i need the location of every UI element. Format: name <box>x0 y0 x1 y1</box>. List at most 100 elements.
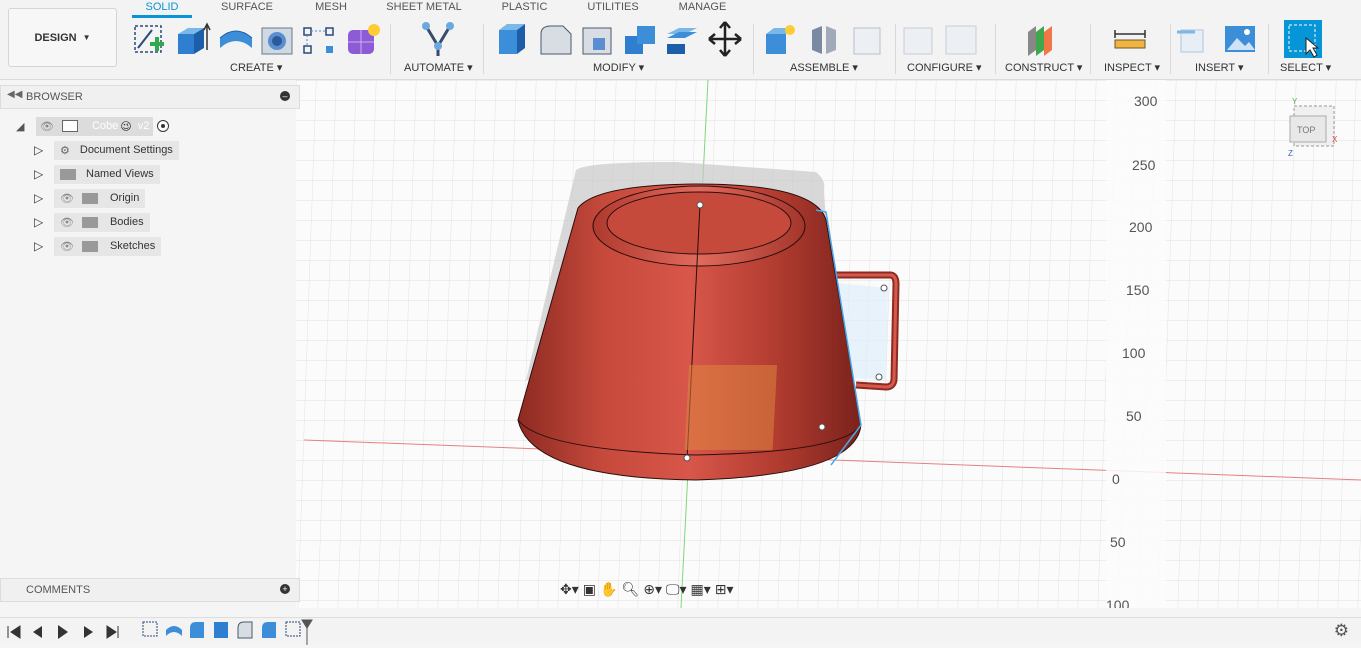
insert-menu[interactable]: INSERT ▾ <box>1195 61 1244 74</box>
tab-plastic[interactable]: PLASTIC <box>488 0 561 18</box>
tab-solid[interactable]: SOLID <box>132 0 192 18</box>
eye-icon[interactable]: 👁 <box>60 192 74 205</box>
browser-minimize-button[interactable]: – <box>280 91 290 101</box>
timeline-fillet2-icon <box>237 621 253 639</box>
expand-arrow-icon[interactable]: ▷ <box>34 239 54 253</box>
viewcube-x-axis: X <box>1332 135 1338 144</box>
canvas-viewport[interactable]: 300 250 200 150 100 50 0 50 100 TOP Y X … <box>296 80 1361 608</box>
modify-group: MODIFY ▾ <box>493 20 747 76</box>
expand-arrow-icon[interactable]: ▷ <box>34 215 54 229</box>
extrude-icon <box>178 22 211 54</box>
zoom-window-icon[interactable]: ⊕▾ <box>643 581 662 598</box>
timeline-revolve-icon <box>166 626 182 636</box>
expand-arrow-icon[interactable]: ▷ <box>34 191 54 205</box>
timeline-fillet-icon <box>190 622 204 638</box>
browser-title: BROWSER <box>26 91 83 103</box>
comments-panel-header[interactable]: COMMENTS + <box>0 578 300 602</box>
timeline-first-button[interactable] <box>7 625 21 639</box>
tab-manage[interactable]: MANAGE <box>665 0 740 18</box>
insert-icons <box>1177 26 1255 53</box>
eye-icon[interactable]: 👁 <box>60 240 74 253</box>
expand-arrow-icon[interactable]: ▷ <box>34 167 54 181</box>
zoom-icon[interactable]: 🔍︎ <box>621 581 639 598</box>
viewcube-y-axis: Y <box>1292 98 1298 106</box>
select-menu[interactable]: SELECT ▾ <box>1280 61 1331 74</box>
browser-item-sketches[interactable]: ▷ 👁 Sketches <box>34 236 162 256</box>
ruler-label: 100 <box>1122 345 1146 361</box>
document-name: Cobe <box>91 120 119 132</box>
new-component-icon <box>766 25 795 54</box>
browser-item-label: Named Views <box>86 168 154 180</box>
ruler-label: 50 <box>1126 408 1142 424</box>
expand-arrow-icon[interactable]: ▷ <box>34 143 54 157</box>
create-menu[interactable]: CREATE ▾ <box>230 61 282 74</box>
workspace-switcher[interactable]: DESIGN ▼ <box>8 8 117 67</box>
folder-icon <box>81 192 98 204</box>
measure-icon <box>1114 30 1146 49</box>
create-group: CREATE ▾ <box>132 20 382 76</box>
eye-icon[interactable]: 👁 <box>60 216 74 229</box>
inspect-group: INSPECT ▾ <box>1095 20 1165 76</box>
ruler-label: 200 <box>1129 219 1153 235</box>
viewcube-z-axis: Z <box>1288 149 1293 158</box>
browser-item-label: Bodies <box>109 216 144 228</box>
dropdown-arrow-icon: ▼ <box>82 33 91 42</box>
browser-root-row[interactable]: ◢ 👁 Cobe 😉 v2 <box>16 116 170 136</box>
pan-icon[interactable]: ✋ <box>600 581 617 598</box>
browser-item-label: Sketches <box>109 240 156 252</box>
modify-menu[interactable]: MODIFY ▾ <box>593 61 644 74</box>
configure-group: CONFIGURE ▾ <box>900 20 990 76</box>
timeline-fillet3-icon <box>262 622 276 638</box>
sketch-point <box>818 423 826 431</box>
joint-icon <box>812 26 836 54</box>
document-version: v2 <box>137 120 150 132</box>
timeline-last-button[interactable] <box>106 625 119 639</box>
orbit-icon[interactable]: ✥▾ <box>560 581 579 598</box>
viewports-icon[interactable]: ⊞▾ <box>715 581 734 598</box>
ruler-label: 50 <box>1110 534 1126 550</box>
configure-menu[interactable]: CONFIGURE ▾ <box>907 61 982 74</box>
browser-item-named-views[interactable]: ▷ Named Views <box>34 164 160 184</box>
collapse-browser-icon[interactable]: ◀◀ <box>7 89 22 100</box>
viewcube-face-label: TOP <box>1297 125 1315 135</box>
browser-item-bodies[interactable]: ▷ 👁 Bodies <box>34 212 150 232</box>
browser-item-document-settings[interactable]: ▷ ⚙ Document Settings <box>34 140 179 160</box>
display-settings-icon[interactable]: 🖵▾ <box>666 581 687 598</box>
configure-icons <box>903 25 977 55</box>
browser-item-origin[interactable]: ▷ 👁 Origin <box>34 188 146 208</box>
folder-icon <box>81 240 98 252</box>
timeline-settings-gear-icon[interactable]: ⚙ <box>1334 621 1349 641</box>
eye-icon[interactable]: 👁 <box>40 120 54 133</box>
ruler-label: 300 <box>1134 93 1158 109</box>
look-at-icon[interactable]: ▣ <box>583 581 596 598</box>
assemble-menu[interactable]: ASSEMBLE ▾ <box>790 61 858 74</box>
ruler-label: 250 <box>1132 157 1156 173</box>
inspect-menu[interactable]: INSPECT ▾ <box>1104 61 1160 74</box>
automate-menu[interactable]: AUTOMATE ▾ <box>404 61 473 74</box>
tab-utilities[interactable]: UTILITIES <box>561 0 665 18</box>
fillet-icon <box>540 25 572 55</box>
timeline-marker[interactable] <box>301 619 313 645</box>
tab-mesh[interactable]: MESH <box>302 0 360 18</box>
activate-radio-icon[interactable] <box>157 120 170 132</box>
grid-settings-icon[interactable]: ▦▾ <box>691 581 711 598</box>
document-emoji: 😉 <box>120 120 132 133</box>
chamfer-icon <box>582 27 612 55</box>
timeline-play-button[interactable] <box>58 625 68 639</box>
press-pull-icon <box>499 24 525 54</box>
construct-menu[interactable]: CONSTRUCT ▾ <box>1005 61 1082 74</box>
timeline-next-button[interactable] <box>84 626 93 638</box>
collapse-arrow-icon[interactable]: ◢ <box>16 120 36 133</box>
assemble-group: ASSEMBLE ▾ <box>762 20 890 76</box>
select-icon[interactable] <box>1284 20 1324 60</box>
sketch-point <box>875 373 883 381</box>
timeline-previous-button[interactable] <box>33 626 42 638</box>
model-canvas[interactable]: 300 250 200 150 100 50 0 50 100 <box>296 80 1361 608</box>
viewcube[interactable]: TOP Y X Z <box>1288 97 1340 158</box>
tab-surface[interactable]: SURFACE <box>192 0 302 18</box>
tab-sheet-metal[interactable]: SHEET METAL <box>360 0 488 18</box>
configure-table-icon <box>903 27 933 55</box>
add-comment-button[interactable]: + <box>280 584 290 594</box>
pattern-icon <box>303 27 334 54</box>
browser-panel-header[interactable]: ◀◀ BROWSER – <box>0 85 300 109</box>
